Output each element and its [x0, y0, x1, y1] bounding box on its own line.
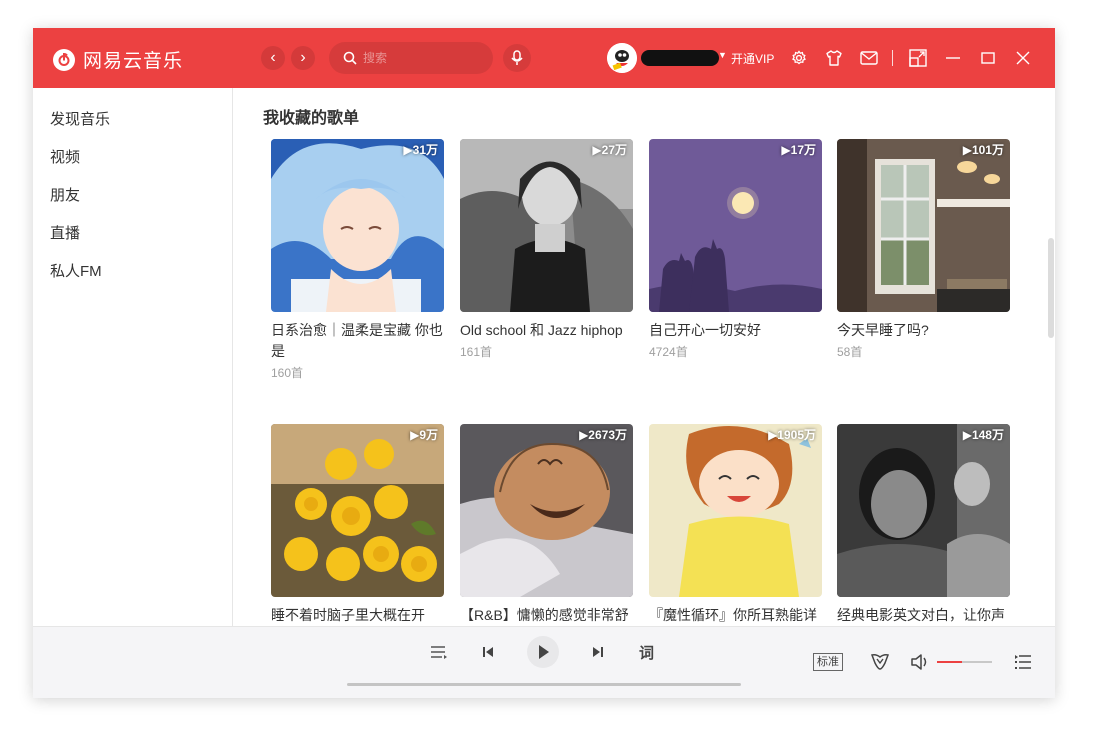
maximize-button[interactable] — [978, 48, 998, 68]
queue-list-icon — [1015, 655, 1031, 669]
playlist-card[interactable]: ▶1905万 『魔性循环』你所耳熟能详 — [649, 424, 822, 626]
play-count: ▶2673万 — [579, 428, 627, 442]
sound-effect-icon — [871, 654, 889, 670]
titlebar-divider — [892, 50, 893, 66]
lyrics-button[interactable]: 词 — [639, 642, 654, 663]
playlist-cover[interactable]: ▶9万 — [271, 424, 444, 597]
close-icon — [1016, 51, 1030, 65]
playlist-card[interactable]: ▶31万 日系治愈｜温柔是宝藏 你也是 160首 — [271, 139, 444, 381]
previous-icon — [483, 647, 493, 657]
scrollbar-thumb[interactable] — [1048, 238, 1054, 338]
playlist-track-count: 161首 — [460, 345, 493, 359]
playlist-queue-button[interactable] — [1013, 653, 1033, 671]
volume-icon — [911, 654, 927, 670]
play-icon — [539, 645, 549, 659]
sound-effect-button[interactable] — [869, 652, 891, 672]
progress-bar[interactable] — [347, 683, 741, 686]
vip-link[interactable]: 开通VIP — [731, 50, 774, 67]
playlist-card[interactable]: ▶9万 睡不着时脑子里大概在开 — [271, 424, 444, 626]
play-count: ▶1905万 — [768, 428, 816, 442]
sidebar-item-personal-fm[interactable]: 私人FM — [50, 260, 102, 281]
minimize-icon — [946, 57, 960, 59]
playlist-card[interactable]: ▶27万 Old school 和 Jazz hiphop 161首 — [460, 139, 633, 360]
play-count: ▶101万 — [962, 143, 1004, 157]
play-count: ▶27万 — [592, 143, 627, 157]
playlist-title[interactable]: 自己开心一切安好 — [649, 320, 822, 341]
gear-icon — [792, 50, 806, 65]
playlist-cover[interactable]: ▶17万 — [649, 139, 822, 312]
play-count: ▶148万 — [962, 428, 1004, 442]
player-bar: 词 标准 — [33, 626, 1055, 698]
search-icon — [343, 51, 357, 65]
playlist-title[interactable]: 【R&B】慵懒的感觉非常舒 — [460, 605, 633, 626]
playlist-card[interactable]: ▶2673万 【R&B】慵懒的感觉非常舒 — [460, 424, 633, 626]
maximize-icon — [981, 52, 995, 64]
section-title: 我收藏的歌单 — [263, 110, 360, 127]
settings-button[interactable] — [789, 48, 809, 68]
username-redacted[interactable] — [641, 50, 719, 66]
volume-level — [937, 661, 962, 663]
chevron-left-icon: ‹ — [270, 49, 276, 66]
playlist-cover[interactable]: ▶27万 — [460, 139, 633, 312]
microphone-icon — [511, 50, 523, 65]
search-input[interactable] — [361, 50, 475, 66]
sidebar-item-friends[interactable]: 朋友 — [50, 184, 80, 205]
quality-selector[interactable]: 标准 — [813, 653, 843, 671]
messages-button[interactable] — [859, 48, 879, 68]
playlist-cover[interactable]: ▶31万 — [271, 139, 444, 312]
playlist-title[interactable]: 『魔性循环』你所耳熟能详 — [649, 605, 822, 626]
mini-mode-icon — [909, 49, 927, 67]
playlist-track-count: 4724首 — [649, 345, 688, 359]
forward-button[interactable]: › — [291, 46, 315, 70]
skin-button[interactable] — [824, 48, 844, 68]
caret-down-icon[interactable]: ▼ — [718, 50, 727, 60]
volume-slider[interactable] — [937, 661, 992, 663]
main-content: 我收藏的歌单 ▶31万 日系治愈｜温柔是宝藏 你也是 160首 ▶27万 Old… — [233, 88, 1055, 626]
playlist-card[interactable]: ▶148万 经典电影英文对白，让你声 — [837, 424, 1010, 626]
app-window: 网易云音乐 ‹ › ▼ 开通VIP — [33, 28, 1055, 698]
playlist-title[interactable]: 经典电影英文对白，让你声 — [837, 605, 1010, 626]
next-icon — [593, 647, 603, 657]
title-bar: 网易云音乐 ‹ › ▼ 开通VIP — [33, 28, 1055, 88]
list-loop-icon — [431, 646, 447, 659]
next-track-button[interactable] — [589, 643, 607, 661]
sidebar-item-live[interactable]: 直播 — [50, 222, 80, 243]
sidebar: 发现音乐 视频 朋友 直播 私人FM — [33, 88, 233, 626]
netease-logo-icon — [53, 48, 75, 71]
previous-track-button[interactable] — [479, 643, 497, 661]
play-count: ▶9万 — [410, 428, 438, 442]
minimize-button[interactable] — [943, 48, 963, 68]
playlist-track-count: 58首 — [837, 345, 863, 359]
back-button[interactable]: ‹ — [261, 46, 285, 70]
playlist-card[interactable]: ▶101万 今天早睡了吗? 58首 — [837, 139, 1010, 360]
playlist-title[interactable]: 今天早睡了吗? — [837, 320, 1010, 341]
app-logo[interactable]: 网易云音乐 — [53, 46, 183, 73]
playlist-cover[interactable]: ▶1905万 — [649, 424, 822, 597]
playlist-cover[interactable]: ▶148万 — [837, 424, 1010, 597]
playlist-cover[interactable]: ▶2673万 — [460, 424, 633, 597]
playlist-track-count: 160首 — [271, 366, 304, 380]
playlist-title[interactable]: 睡不着时脑子里大概在开 — [271, 605, 444, 626]
playlist-title[interactable]: 日系治愈｜温柔是宝藏 你也是 — [271, 320, 444, 362]
voice-search-button[interactable] — [503, 44, 531, 72]
play-mode-button[interactable] — [429, 643, 449, 661]
app-name: 网易云音乐 — [83, 51, 184, 72]
play-count: ▶17万 — [781, 143, 816, 157]
search-box[interactable] — [329, 42, 493, 74]
playlist-cover[interactable]: ▶101万 — [837, 139, 1010, 312]
play-button[interactable] — [527, 636, 559, 668]
close-button[interactable] — [1013, 48, 1033, 68]
sidebar-item-discover[interactable]: 发现音乐 — [50, 108, 110, 129]
playlist-card[interactable]: ▶17万 自己开心一切安好 4724首 — [649, 139, 822, 360]
mail-icon — [860, 51, 878, 65]
mini-mode-button[interactable] — [908, 48, 928, 68]
play-count: ▶31万 — [403, 143, 438, 157]
avatar[interactable] — [607, 43, 637, 73]
sidebar-item-video[interactable]: 视频 — [50, 146, 80, 167]
volume-button[interactable] — [909, 652, 931, 672]
playlist-title[interactable]: Old school 和 Jazz hiphop — [460, 320, 633, 341]
chevron-right-icon: › — [300, 49, 306, 66]
tshirt-icon — [826, 50, 842, 66]
